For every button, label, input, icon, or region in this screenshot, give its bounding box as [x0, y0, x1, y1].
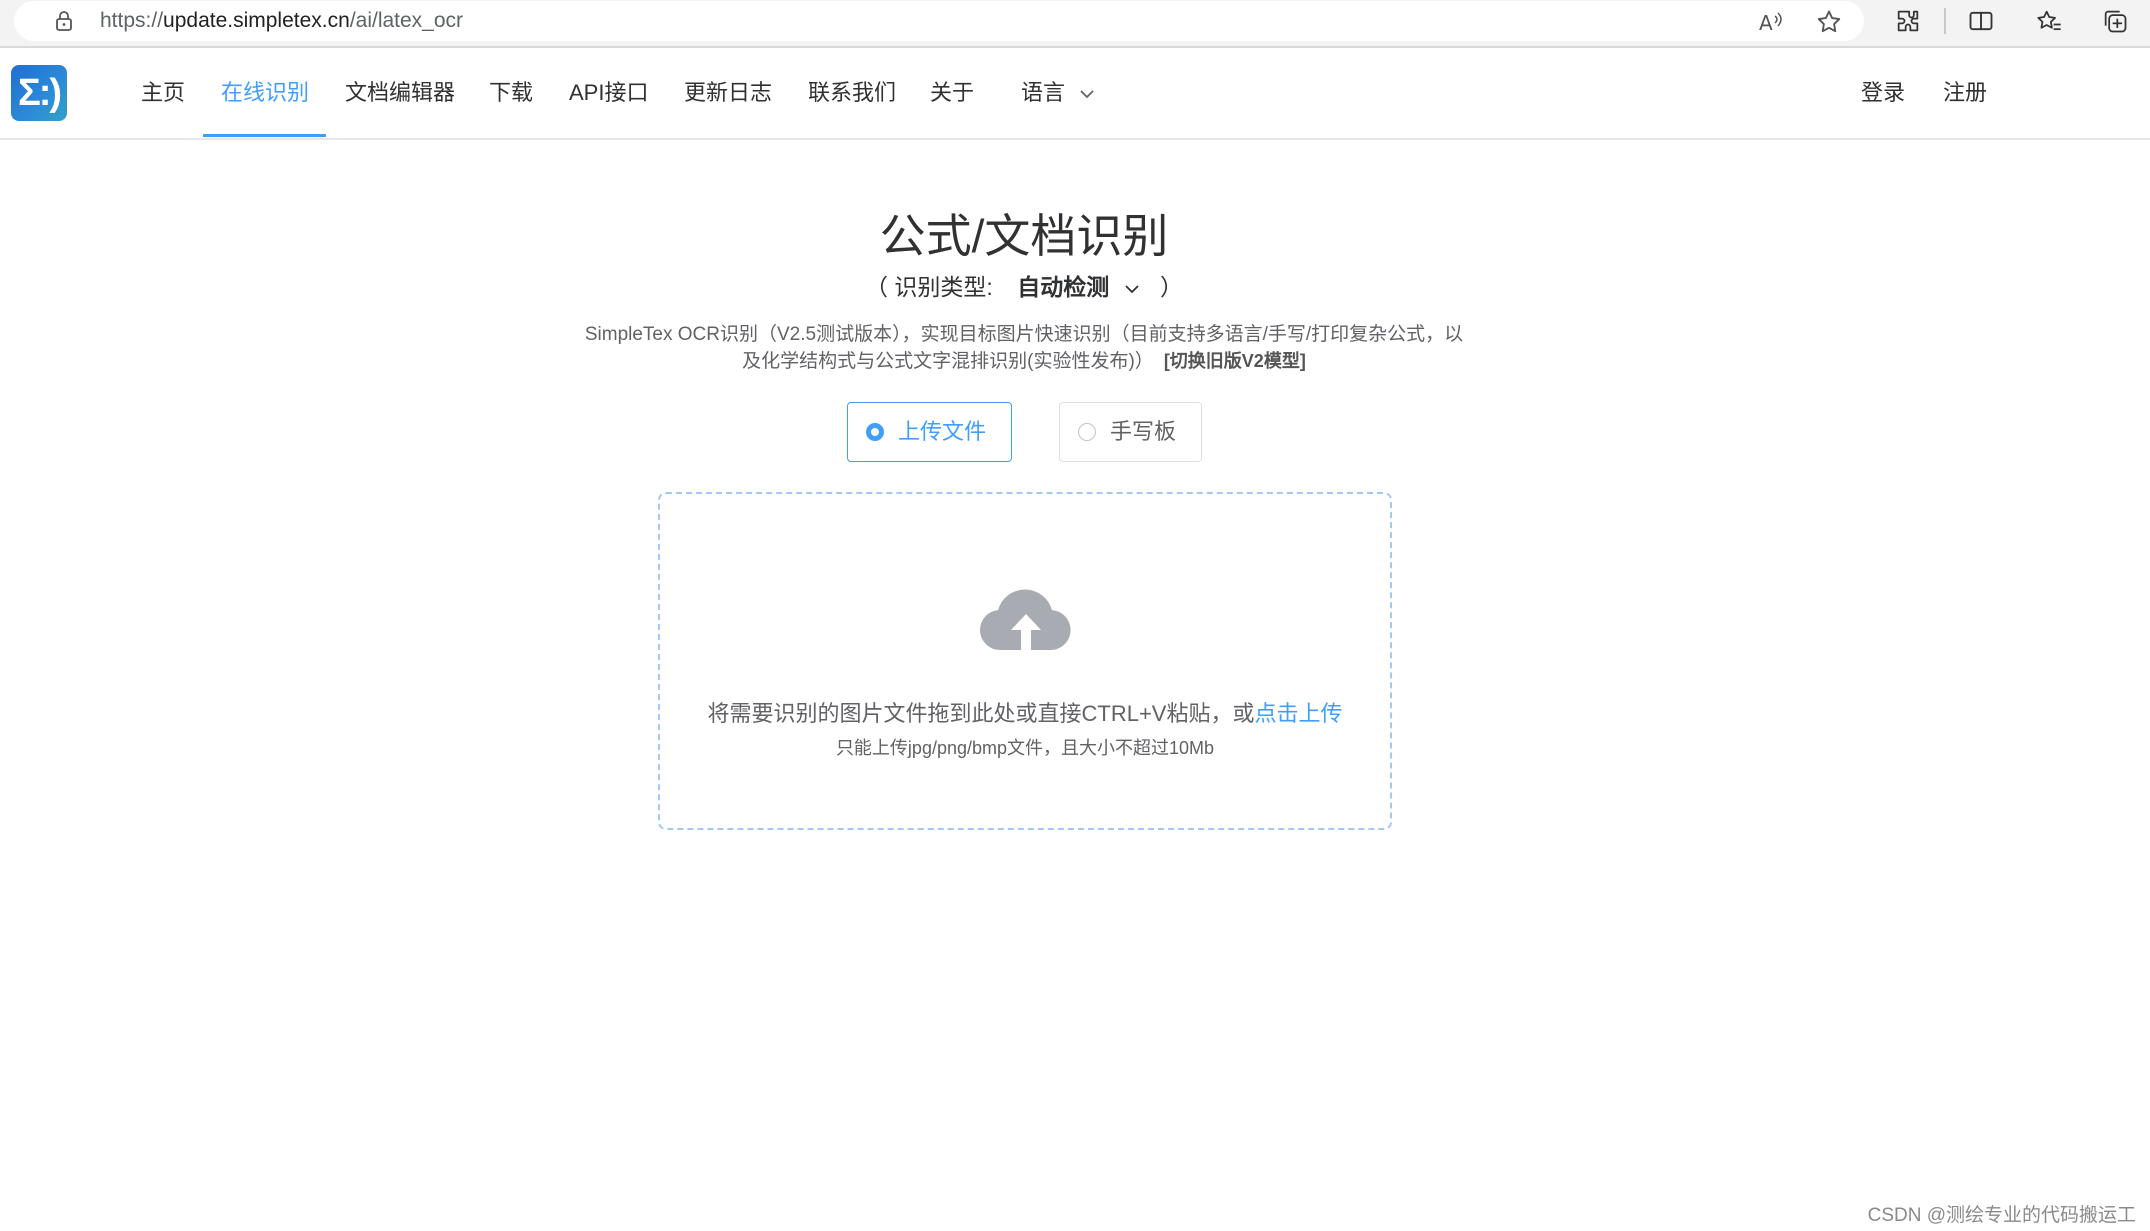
upload-dropzone[interactable]: 将需要识别的图片文件拖到此处或直接CTRL+V粘贴，或点击上传 只能上传jpg/…	[658, 492, 1392, 830]
nav-about[interactable]: 关于	[930, 48, 974, 138]
nav-home[interactable]: 主页	[141, 48, 185, 138]
site-header: Σ:) 主页 在线识别 文档编辑器 下载 API接口 更新日志 联系我们 关于 …	[0, 48, 2150, 140]
switch-v2-model-link[interactable]: [切换旧版V2模型]	[1164, 351, 1306, 371]
handwriting-pad-label: 手写板	[1110, 419, 1177, 444]
ocr-type-suffix: ）	[1159, 274, 1183, 300]
register-link[interactable]: 注册	[1943, 48, 1987, 138]
radio-unchecked-icon	[1078, 423, 1096, 441]
url-text[interactable]: https://update.simpletex.cn/ai/latex_ocr	[100, 9, 463, 33]
nav-doc-editor[interactable]: 文档编辑器	[345, 48, 455, 138]
nav-changelog[interactable]: 更新日志	[684, 48, 772, 138]
url-path: /ai/latex_ocr	[349, 9, 464, 32]
nav-contact[interactable]: 联系我们	[808, 48, 896, 138]
browser-toolbar: https://update.simpletex.cn/ai/latex_ocr…	[0, 0, 2150, 48]
split-screen-icon[interactable]	[1966, 6, 1996, 36]
toolbar-divider	[1944, 8, 1946, 34]
nav-language-dropdown[interactable]: 语言	[1021, 48, 1095, 138]
desc-line-1: SimpleTex OCR识别（V2.5测试版本），实现目标图片快速识别（目前支…	[584, 324, 1464, 345]
nav-api[interactable]: API接口	[569, 48, 648, 138]
page-title: 公式/文档识别	[879, 210, 1169, 262]
click-upload-link[interactable]: 点击上传	[1254, 701, 1342, 726]
favorite-star-icon[interactable]	[1814, 7, 1844, 37]
handwriting-pad-radio[interactable]: 手写板	[1059, 402, 1202, 462]
desc-line-2-wrap: 及化学结构式与公式文字混排识别(实验性发布)） [切换旧版V2模型]	[568, 348, 1480, 375]
active-nav-underline	[203, 134, 326, 137]
desc-line-2: 及化学结构式与公式文字混排识别(实验性发布)）	[742, 351, 1154, 372]
dropzone-instruction: 将需要识别的图片文件拖到此处或直接CTRL+V粘贴，或点击上传	[660, 696, 1390, 728]
extensions-icon[interactable]	[1893, 6, 1923, 36]
url-host: update.simpletex.cn	[163, 9, 350, 32]
chevron-down-icon	[1124, 285, 1139, 294]
drop-text: 将需要识别的图片文件拖到此处或直接CTRL+V粘贴，或	[707, 701, 1255, 726]
nav-download[interactable]: 下载	[489, 48, 533, 138]
ocr-type-selector: （ 识别类型: 自动检测 ）	[0, 268, 2048, 302]
read-aloud-icon[interactable]: A	[1756, 7, 1786, 37]
simpletex-logo[interactable]: Σ:)	[11, 65, 67, 121]
collections-icon[interactable]	[2100, 6, 2130, 36]
upload-file-radio[interactable]: 上传文件	[847, 402, 1012, 462]
address-bar[interactable]: https://update.simpletex.cn/ai/latex_ocr…	[14, 1, 1864, 41]
svg-text:A: A	[1759, 11, 1773, 35]
login-link[interactable]: 登录	[1861, 48, 1905, 138]
ocr-type-dropdown[interactable]: 自动检测	[1017, 274, 1146, 300]
nav-language-label: 语言	[1021, 80, 1066, 105]
cloud-upload-icon	[979, 589, 1071, 650]
upload-file-label: 上传文件	[898, 419, 987, 444]
ocr-type-value: 自动检测	[1017, 274, 1110, 300]
chevron-down-icon	[1080, 90, 1094, 99]
favorites-icon[interactable]	[2034, 6, 2064, 36]
upload-limit-tip: 只能上传jpg/png/bmp文件，且大小不超过10Mb	[835, 738, 1215, 758]
url-prefix: https://	[100, 9, 164, 32]
nav-online-ocr[interactable]: 在线识别	[221, 48, 309, 138]
model-description: SimpleTex OCR识别（V2.5测试版本），实现目标图片快速识别（目前支…	[568, 322, 1480, 375]
lock-icon[interactable]	[52, 9, 76, 33]
radio-checked-icon	[866, 423, 884, 441]
ocr-type-prefix: （ 识别类型:	[865, 274, 993, 300]
csdn-watermark: CSDN @测绘专业的代码搬运工	[1867, 1205, 2136, 1226]
